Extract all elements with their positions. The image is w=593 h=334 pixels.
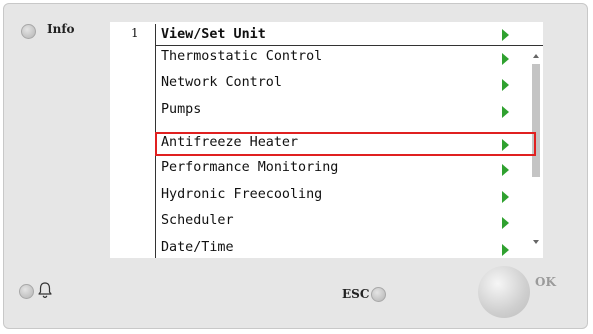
menu-item-network-control[interactable]: Network Control xyxy=(156,73,543,96)
info-led[interactable] xyxy=(21,24,36,39)
chevron-right-icon xyxy=(502,139,509,151)
menu-item-pumps[interactable]: Pumps xyxy=(156,100,543,123)
chevron-right-icon xyxy=(502,53,509,65)
bell-icon[interactable] xyxy=(37,281,53,299)
menu-item-label: Date/Time xyxy=(161,240,234,255)
menu-item-date-time[interactable]: Date/Time xyxy=(156,238,543,258)
menu-item-label: Antifreeze Heater xyxy=(161,135,299,150)
menu-item-antifreeze-heater[interactable]: Antifreeze Heater xyxy=(156,133,543,156)
chevron-right-icon xyxy=(502,106,509,118)
esc-label: ESC xyxy=(342,287,370,301)
chevron-right-icon xyxy=(502,29,509,41)
menu-item-label: Pumps xyxy=(161,102,202,117)
scroll-thumb[interactable] xyxy=(532,64,540,177)
menu-item-hydronic-freecooling[interactable]: Hydronic Freecooling xyxy=(156,185,543,208)
chevron-right-icon xyxy=(502,79,509,91)
chevron-right-icon xyxy=(502,217,509,229)
menu-item-label: Scheduler xyxy=(161,213,234,228)
esc-button[interactable] xyxy=(371,287,386,302)
scroll-down-icon[interactable] xyxy=(533,240,539,244)
menu-item-thermostatic-control[interactable]: Thermostatic Control xyxy=(156,47,543,70)
menu-item-performance-monitoring[interactable]: Performance Monitoring xyxy=(156,158,543,181)
alarm-led[interactable] xyxy=(19,284,34,299)
info-label: Info xyxy=(47,22,75,36)
chevron-right-icon xyxy=(502,164,509,176)
ok-label: OK xyxy=(535,275,556,289)
chevron-right-icon xyxy=(502,244,509,256)
menu-item-label: Thermostatic Control xyxy=(161,49,323,64)
menu-item-scheduler[interactable]: Scheduler xyxy=(156,211,543,234)
page-number: 1 xyxy=(131,26,139,40)
ok-knob[interactable] xyxy=(478,266,530,318)
menu-item-label: Hydronic Freecooling xyxy=(161,187,323,202)
display-screen: 1 View/Set Unit Thermostatic Control Net… xyxy=(110,22,543,258)
menu-title: View/Set Unit xyxy=(161,27,266,42)
menu-item-label: Network Control xyxy=(161,75,282,90)
chevron-right-icon xyxy=(502,191,509,203)
scrollbar[interactable] xyxy=(529,47,543,258)
scroll-up-icon[interactable] xyxy=(533,54,539,58)
menu-title-row[interactable]: View/Set Unit xyxy=(156,25,543,46)
menu-item-label: Performance Monitoring xyxy=(161,160,339,175)
